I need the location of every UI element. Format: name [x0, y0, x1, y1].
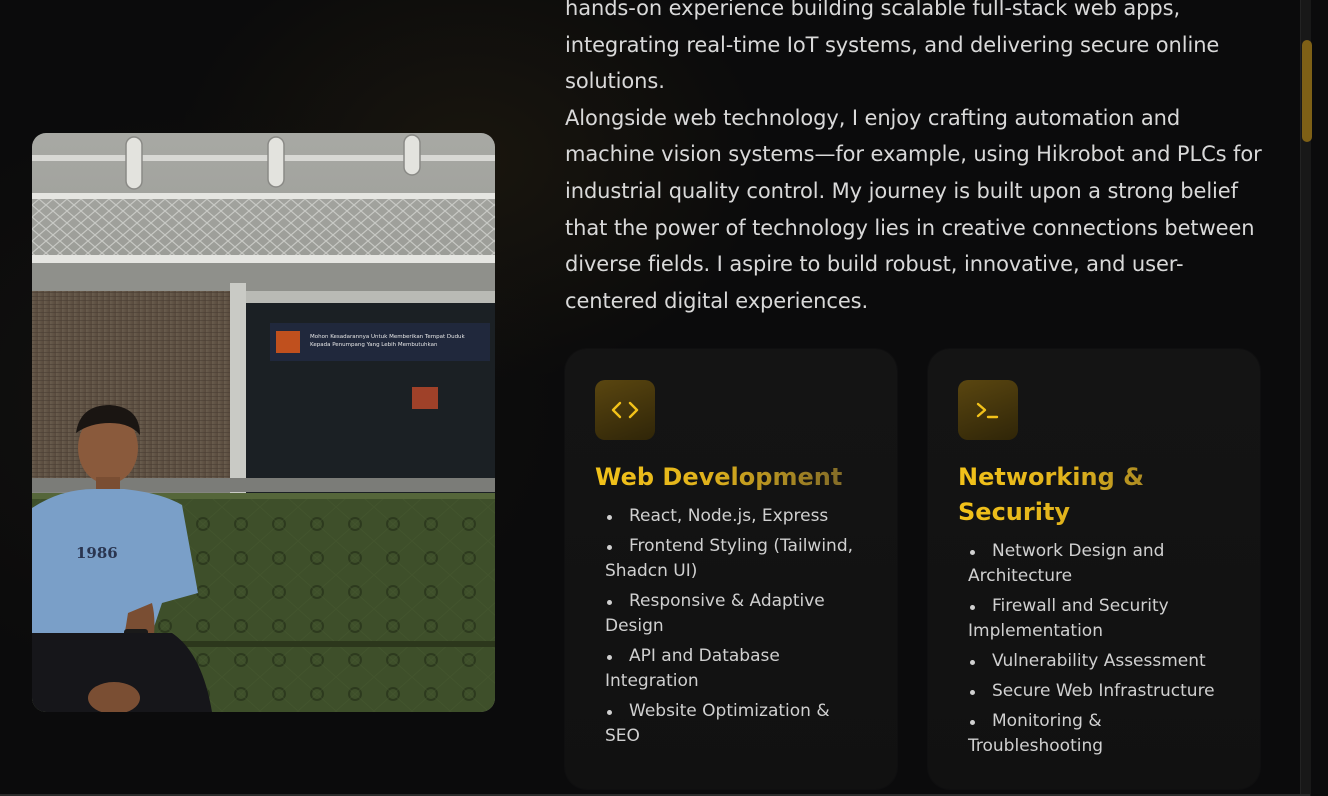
terminal-icon — [958, 380, 1018, 440]
code-brackets-icon — [595, 380, 655, 440]
list-item: Website Optimization & SEO — [605, 699, 867, 749]
skill-card-networking-security: Networking & Security Network Design and… — [928, 349, 1260, 789]
list-item: Monitoring & Troubleshooting — [968, 709, 1230, 759]
card-title: Web Development — [595, 460, 875, 495]
scrollbar-thumb[interactable] — [1302, 40, 1312, 142]
about-section: Mohon Kesadarannya Untuk Memberikan Temp… — [0, 0, 1328, 796]
list-item: Network Design and Architecture — [968, 539, 1230, 589]
skill-list: Network Design and Architecture Firewall… — [968, 539, 1230, 764]
train-sign-line-2: Kepada Penumpang Yang Lebih Membutuhkan — [310, 342, 438, 348]
list-item: Vulnerability Assessment — [968, 649, 1230, 674]
profile-photo: Mohon Kesadarannya Untuk Memberikan Temp… — [32, 133, 495, 712]
list-item: Frontend Styling (Tailwind, Shadcn UI) — [605, 534, 867, 584]
train-sign-line-1: Mohon Kesadarannya Untuk Memberikan Temp… — [310, 334, 466, 340]
skill-list: React, Node.js, Express Frontend Styling… — [605, 504, 867, 754]
list-item: React, Node.js, Express — [605, 504, 867, 529]
about-paragraph-1: hands-on experience building scalable fu… — [565, 0, 1220, 94]
list-item: Responsive & Adaptive Design — [605, 589, 867, 639]
list-item: API and Database Integration — [605, 644, 867, 694]
about-paragraph-2: Alongside web technology, I enjoy crafti… — [565, 105, 1262, 313]
card-title: Networking & Security — [958, 460, 1238, 530]
shirt-print: 1986 — [76, 544, 118, 562]
skill-card-web-development: Web Development React, Node.js, Express … — [565, 349, 897, 789]
about-text: hands-on experience building scalable fu… — [565, 0, 1265, 319]
scrollbar[interactable] — [1300, 0, 1328, 796]
list-item: Firewall and Security Implementation — [968, 594, 1230, 644]
list-item: Secure Web Infrastructure — [968, 679, 1230, 704]
